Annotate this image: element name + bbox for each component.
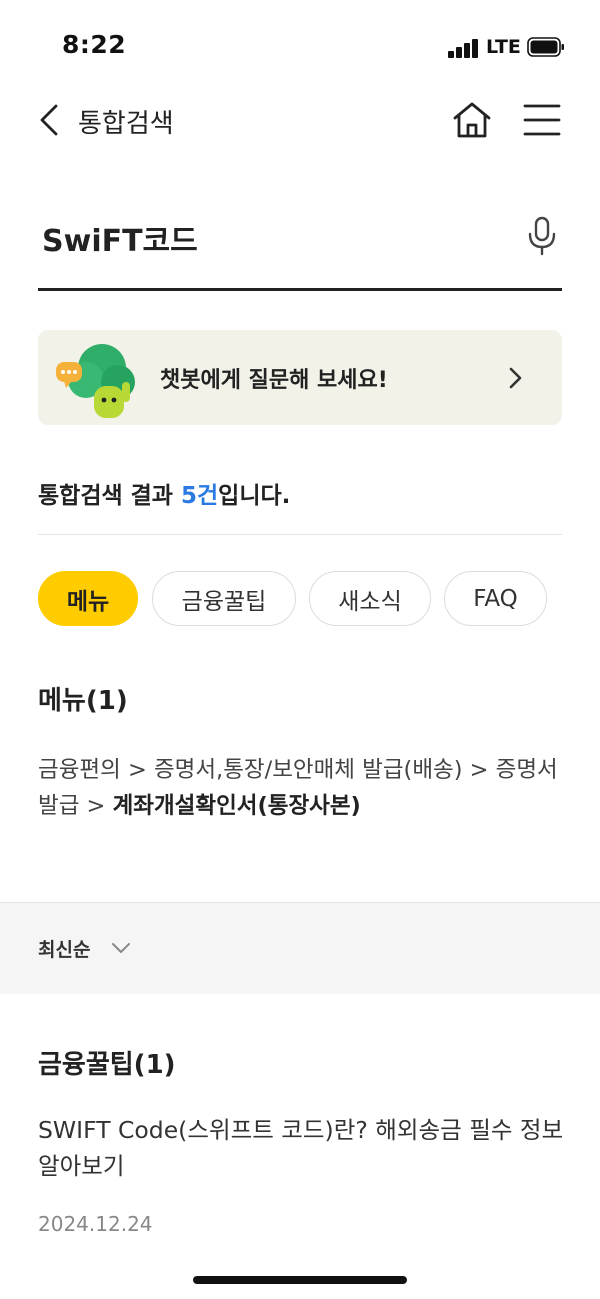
sort-bar: 최신순 <box>0 902 600 994</box>
result-count-number: 5건 <box>180 483 219 509</box>
menu-section-title: 메뉴(1) <box>38 686 128 716</box>
home-icon[interactable] <box>450 98 494 142</box>
tab-menu[interactable]: 메뉴 <box>38 571 138 626</box>
microphone-icon[interactable] <box>526 216 558 256</box>
network-label: LTE <box>486 36 521 58</box>
battery-icon <box>527 37 564 57</box>
tip-item-date: 2024.12.24 <box>38 1212 153 1236</box>
signal-icon <box>448 38 480 58</box>
tab-faq[interactable]: FAQ <box>444 571 547 626</box>
chatbot-prompt: 챗봇에게 질문해 보세요! <box>160 368 388 393</box>
tip-item-title[interactable]: SWIFT Code(스위프트 코드)란? 해외송금 필수 정보 알아보기 <box>38 1112 568 1184</box>
hamburger-menu-icon[interactable] <box>522 100 562 140</box>
chatbot-banner[interactable]: 챗봇에게 질문해 보세요! <box>38 330 562 425</box>
page-title: 통합검색 <box>78 109 174 139</box>
divider <box>38 534 562 535</box>
menu-result-link[interactable]: 금융편의 > 증명서,통장/보안매체 발급(배송) > 증명서 발급 > 계좌개… <box>38 752 562 824</box>
tab-news[interactable]: 새소식 <box>309 571 431 626</box>
search-query[interactable]: SwiFT코드 <box>42 216 198 260</box>
back-arrow-icon[interactable] <box>36 100 64 140</box>
tab-financial-tips[interactable]: 금융꿀팁 <box>152 571 296 626</box>
chevron-down-icon[interactable] <box>110 937 132 959</box>
chatbot-character-icon <box>56 344 135 418</box>
result-count: 통합검색 결과 5건입니다. <box>38 483 291 509</box>
chevron-right-icon <box>509 367 522 389</box>
search-input[interactable]: SwiFT코드 <box>38 196 562 291</box>
menu-path-target: 계좌개설확인서(통장사본) <box>112 793 361 819</box>
sort-dropdown[interactable]: 최신순 <box>38 935 90 962</box>
category-tabs: 메뉴 금융꿀팁 새소식 FAQ <box>38 571 578 626</box>
nav-bar: 통합검색 <box>0 92 600 148</box>
tips-section-title: 금융꿀팁(1) <box>38 1050 176 1080</box>
home-indicator[interactable] <box>193 1276 407 1284</box>
status-bar: 8:22 LTE <box>0 0 600 92</box>
status-time: 8:22 <box>62 30 127 59</box>
